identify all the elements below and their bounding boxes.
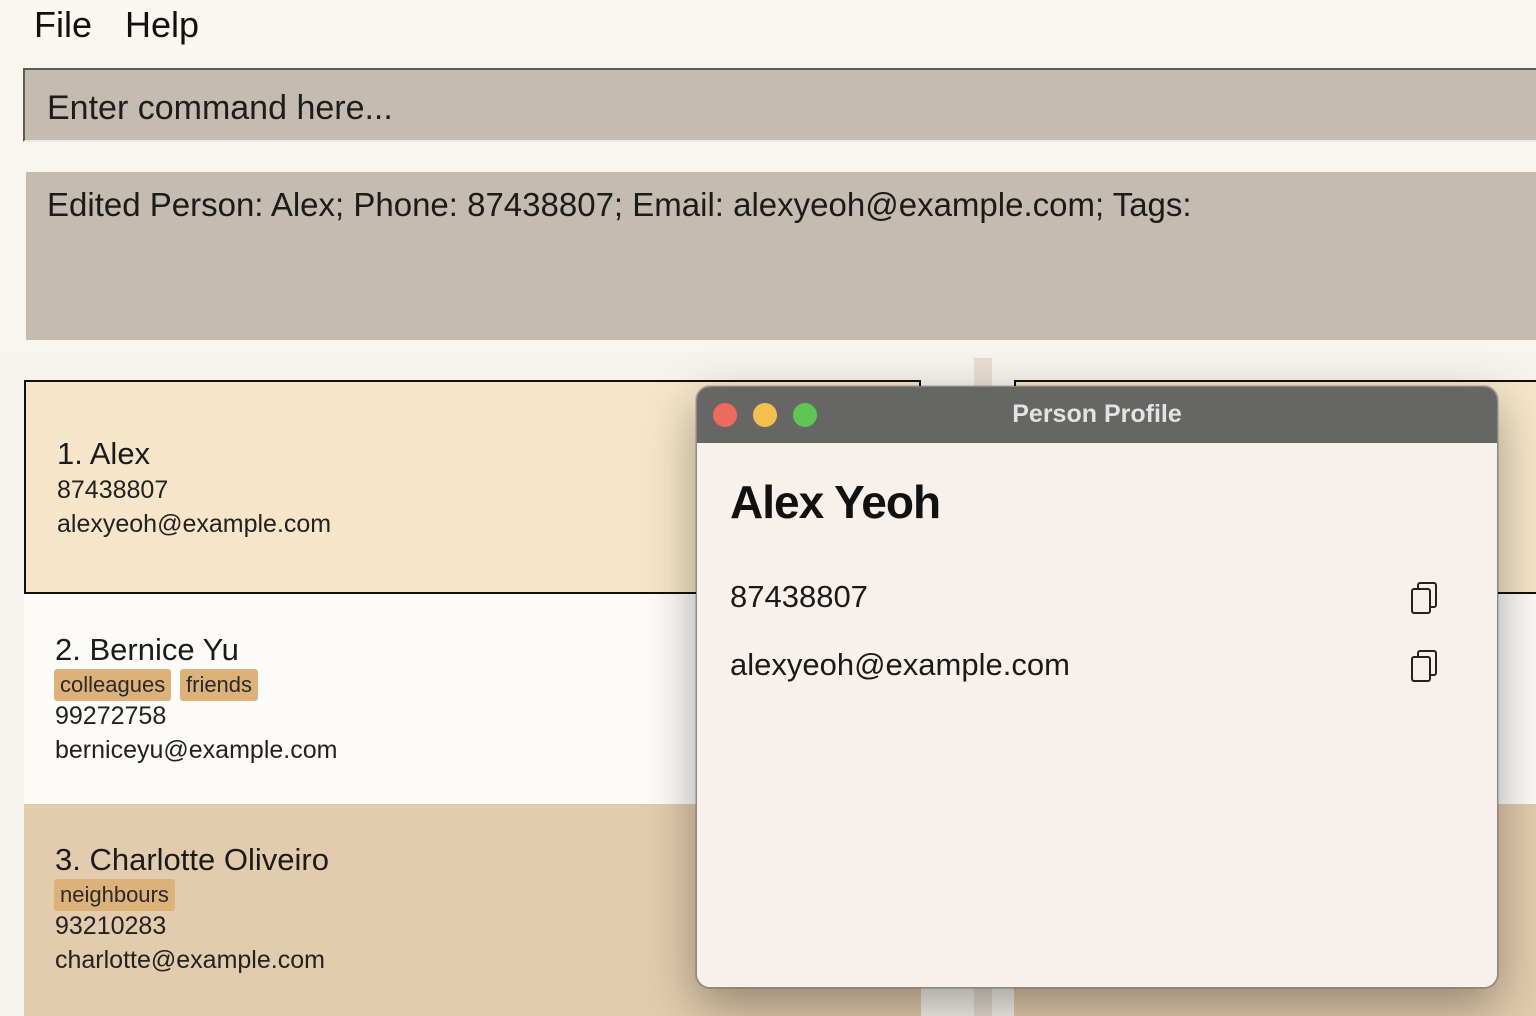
person-name: 3. Charlotte Oliveiro	[55, 842, 329, 877]
copy-email-button[interactable]	[1409, 648, 1445, 684]
window-title: Person Profile	[1012, 400, 1182, 428]
address-book-app: File Help Edited Person: Alex; Phone: 87…	[0, 0, 1536, 1016]
copy-phone-button[interactable]	[1409, 580, 1445, 616]
person-email: berniceyu@example.com	[55, 736, 338, 764]
minimize-window-button[interactable]	[753, 403, 777, 427]
result-display: Edited Person: Alex; Phone: 87438807; Em…	[26, 172, 1536, 340]
close-window-button[interactable]	[713, 403, 737, 427]
menu-help[interactable]: Help	[125, 4, 199, 46]
command-input[interactable]	[47, 88, 1527, 128]
tag-badge: neighbours	[54, 879, 175, 911]
person-email: charlotte@example.com	[55, 946, 325, 974]
copy-icon	[1411, 582, 1437, 614]
menu-file[interactable]: File	[34, 4, 92, 46]
profile-phone: 87438807	[730, 579, 868, 614]
command-box	[23, 68, 1536, 142]
person-name: 2. Bernice Yu	[55, 632, 239, 667]
person-name: 1. Alex	[57, 436, 151, 471]
profile-email: alexyeoh@example.com	[730, 647, 1070, 682]
tag-badge: friends	[180, 669, 259, 701]
result-message: Edited Person: Alex; Phone: 87438807; Em…	[47, 186, 1192, 223]
maximize-window-button[interactable]	[793, 403, 817, 427]
copy-icon	[1411, 650, 1437, 682]
window-titlebar[interactable]: Person Profile	[697, 387, 1497, 443]
person-email: alexyeoh@example.com	[57, 510, 332, 538]
person-profile-window: Person Profile Alex Yeoh 87438807 alexye…	[696, 386, 1498, 988]
person-phone: 99272758	[55, 702, 167, 730]
profile-name: Alex Yeoh	[730, 476, 941, 528]
tag-badge: colleagues	[54, 669, 172, 701]
person-phone: 87438807	[57, 476, 169, 504]
person-phone: 93210283	[55, 912, 167, 940]
menu-bar: File Help	[0, 0, 1536, 52]
